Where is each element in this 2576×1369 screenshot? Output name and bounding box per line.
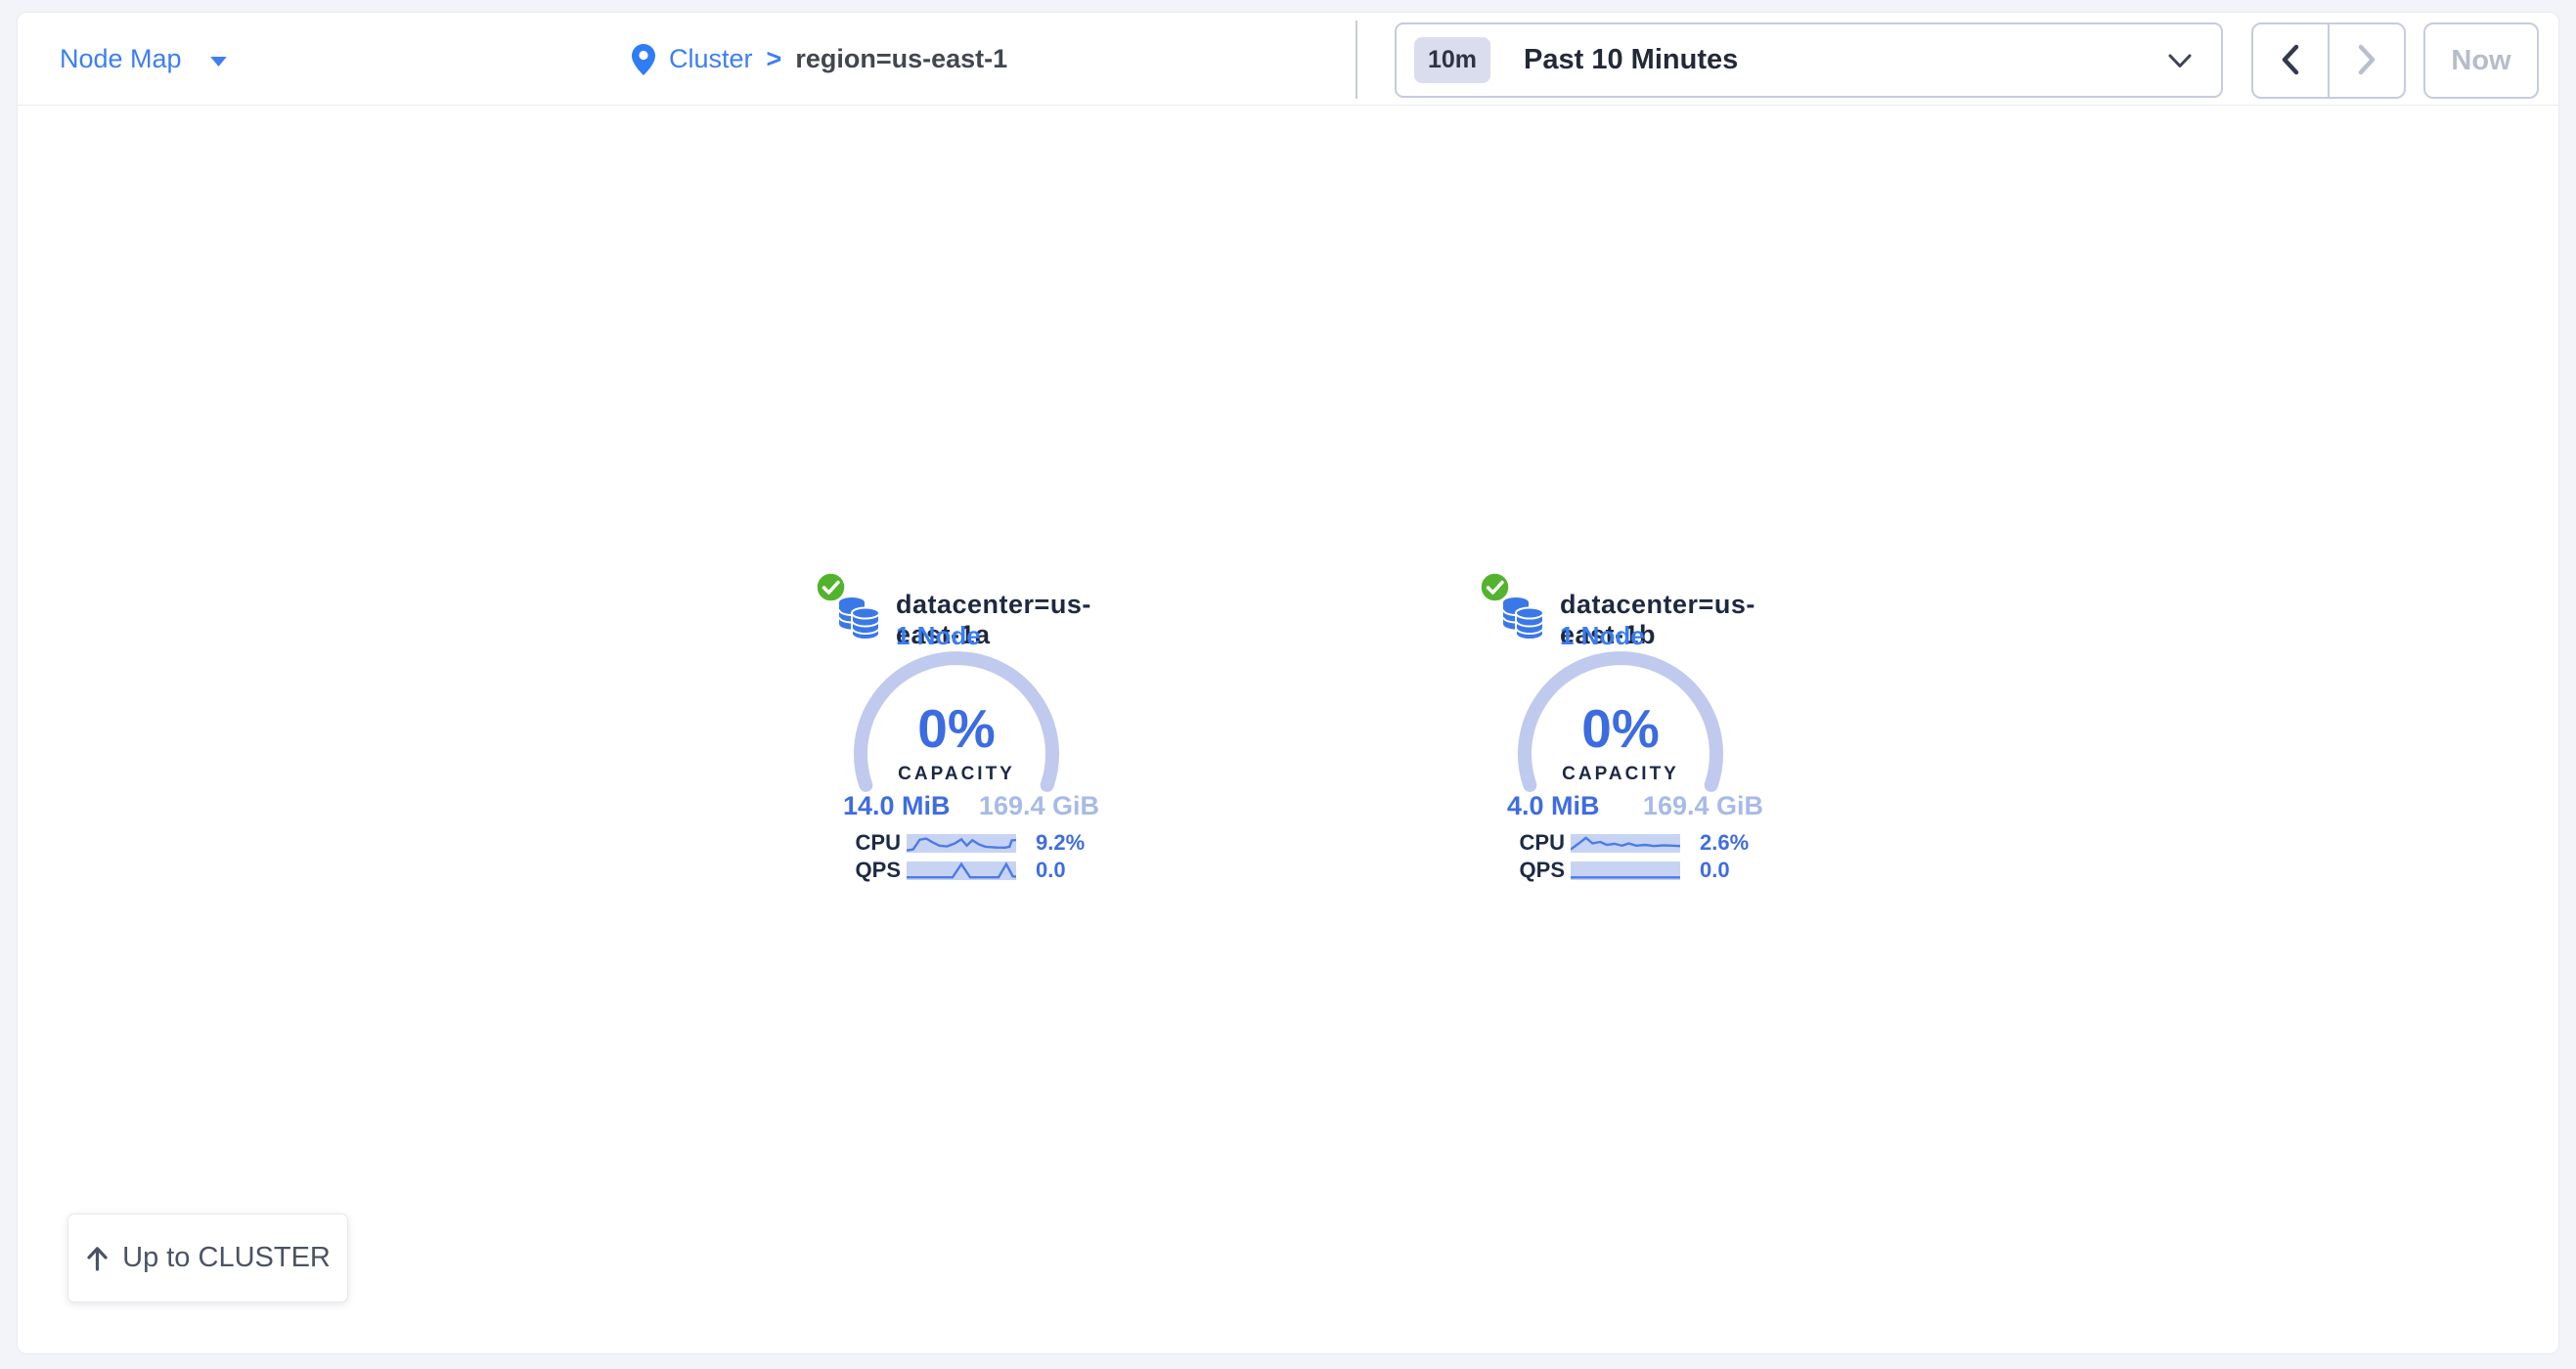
time-next-button[interactable]: [2330, 24, 2404, 97]
stat-row-cpu: CPU 2.6%: [1507, 832, 1781, 854]
capacity-label: CAPACITY: [1498, 764, 1743, 785]
datacenter-card-us-east-1a[interactable]: datacenter=us-east-1a 1 Node 0% CAPACITY…: [800, 570, 1123, 898]
arrow-up-icon: [85, 1245, 110, 1271]
breadcrumb-current: region=us-east-1: [795, 44, 1007, 74]
node-map-panel: Node Map Cluster > region=us-east-1 10m …: [17, 12, 2559, 1354]
cpu-sparkline: [907, 834, 1016, 853]
stat-row-qps: QPS 0.0: [843, 860, 1117, 881]
cpu-value: 2.6%: [1700, 830, 1749, 856]
cpu-value: 9.2%: [1036, 830, 1085, 856]
capacity-used: 4.0 MiB: [1507, 793, 1600, 819]
header-divider: [1355, 21, 1357, 99]
qps-value: 0.0: [1036, 858, 1066, 883]
stat-row-qps: QPS 0.0: [1507, 860, 1781, 881]
capacity-percentage: 0%: [849, 702, 1064, 756]
up-to-cluster-label: Up to CLUSTER: [122, 1242, 331, 1274]
time-range-dropdown[interactable]: 10m Past 10 Minutes: [1395, 22, 2223, 98]
qps-sparkline: [907, 861, 1016, 880]
header-bar: Node Map Cluster > region=us-east-1 10m …: [18, 13, 2558, 106]
breadcrumb-cluster-link[interactable]: Cluster: [669, 44, 753, 74]
time-range-badge: 10m: [1414, 37, 1490, 83]
capacity-total: 169.4 GiB: [1643, 793, 1763, 819]
time-prev-button[interactable]: [2253, 24, 2330, 97]
cpu-label: CPU: [843, 830, 901, 856]
qps-label: QPS: [843, 858, 901, 883]
breadcrumb: Cluster > region=us-east-1: [632, 13, 1007, 106]
database-stack-icon: [1501, 593, 1545, 646]
chevron-right-icon: [2356, 43, 2377, 79]
capacity-range: 14.0 MiB 169.4 GiB: [843, 793, 1099, 819]
stat-row-cpu: CPU 9.2%: [843, 832, 1117, 854]
cpu-label: CPU: [1507, 830, 1565, 856]
view-selector-dropdown[interactable]: Node Map: [60, 13, 228, 106]
location-pin-icon: [632, 44, 655, 75]
capacity-used: 14.0 MiB: [843, 793, 951, 819]
time-nav-arrows: [2251, 22, 2406, 99]
caret-down-icon: [209, 44, 228, 74]
qps-value: 0.0: [1700, 858, 1730, 883]
qps-sparkline: [1571, 861, 1680, 880]
chevron-down-icon: [2168, 54, 2192, 74]
view-selector-label: Node Map: [60, 44, 182, 74]
datacenter-card-us-east-1b[interactable]: datacenter=us-east-1b 1 Node 0% CAPACITY…: [1464, 570, 1787, 898]
capacity-label: CAPACITY: [834, 764, 1079, 785]
chevron-left-icon: [2280, 43, 2301, 79]
cpu-sparkline: [1571, 834, 1680, 853]
time-range-label: Past 10 Minutes: [1524, 44, 1738, 76]
capacity-range: 4.0 MiB 169.4 GiB: [1507, 793, 1763, 819]
capacity-percentage: 0%: [1513, 702, 1728, 756]
up-to-cluster-button[interactable]: Up to CLUSTER: [67, 1214, 348, 1303]
capacity-total: 169.4 GiB: [979, 793, 1099, 819]
breadcrumb-separator: >: [767, 44, 782, 74]
database-stack-icon: [837, 593, 881, 646]
now-button[interactable]: Now: [2423, 22, 2539, 99]
qps-label: QPS: [1507, 858, 1565, 883]
